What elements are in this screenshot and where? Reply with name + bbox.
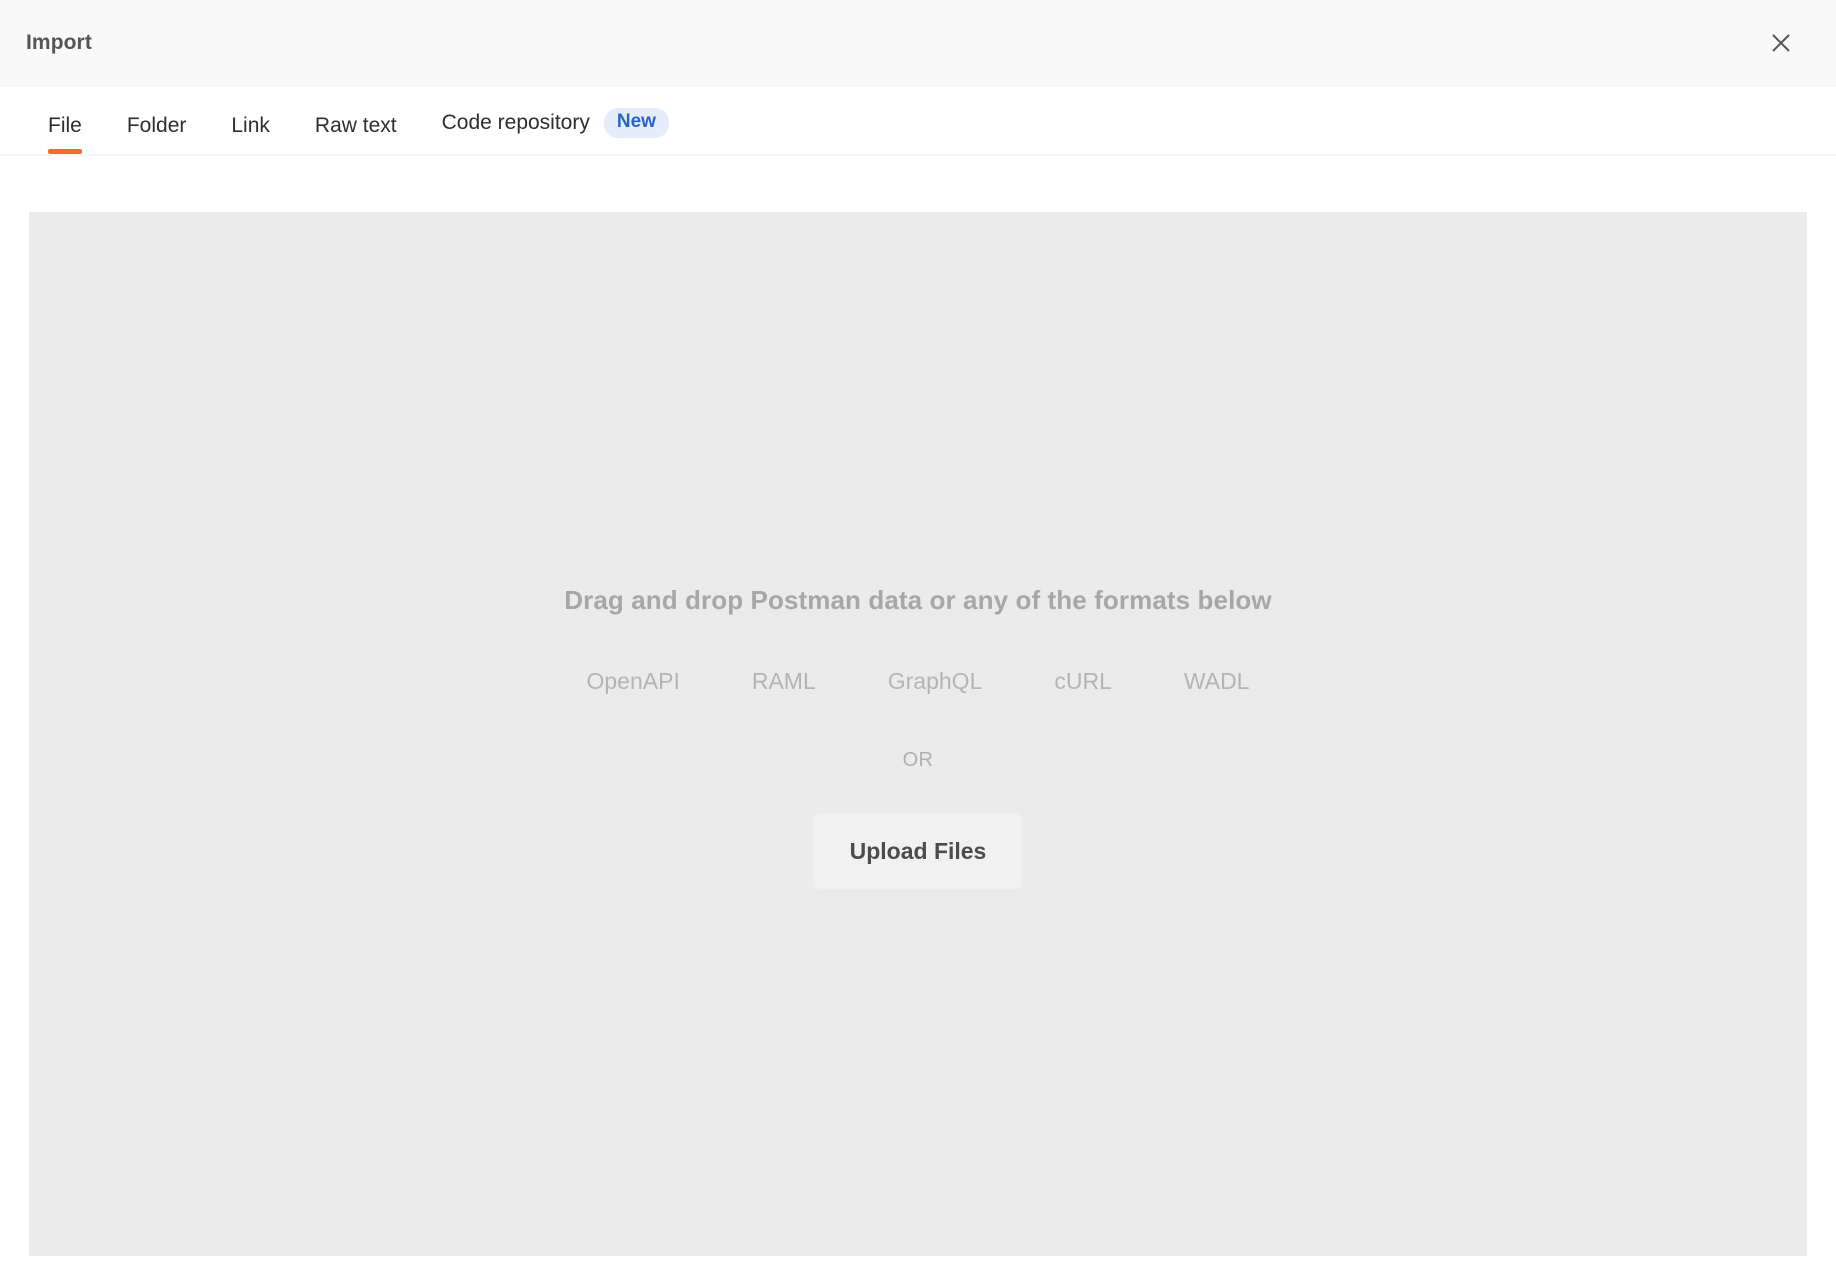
file-dropzone[interactable]: Drag and drop Postman data or any of the… (29, 212, 1807, 1256)
import-tabs: File Folder Link Raw text Code repositor… (0, 86, 1836, 154)
close-icon (1766, 28, 1796, 58)
tab-raw-text[interactable]: Raw text (315, 114, 397, 154)
tab-link[interactable]: Link (231, 114, 270, 154)
tabbar-divider (0, 154, 1836, 156)
tab-folder-label: Folder (126, 114, 187, 137)
supported-formats-list: OpenAPI RAML GraphQL cURL WADL (551, 668, 1286, 695)
format-wadl: WADL (1183, 668, 1250, 694)
tab-file-label: File (48, 114, 82, 137)
format-openapi: OpenAPI (586, 668, 680, 694)
modal-body: Drag and drop Postman data or any of the… (0, 156, 1836, 1288)
page-title: Import (26, 30, 92, 54)
tab-file[interactable]: File (48, 114, 82, 154)
new-badge: New (603, 108, 669, 138)
tab-folder[interactable]: Folder (127, 114, 187, 154)
tab-underline (231, 149, 270, 154)
tabbar-wrap: File Folder Link Raw text Code repositor… (0, 86, 1836, 156)
tab-underline (315, 149, 397, 154)
dropzone-content: Drag and drop Postman data or any of the… (551, 585, 1286, 889)
tab-underline (442, 149, 669, 154)
tab-link-label: Link (231, 114, 270, 137)
tab-raw-text-label: Raw text (314, 114, 397, 137)
format-graphql: GraphQL (887, 668, 983, 694)
tab-active-indicator (48, 149, 82, 154)
format-curl: cURL (1054, 668, 1112, 694)
tab-code-repository-label: Code repository (441, 111, 590, 135)
import-modal: Import File Folder Link Raw text Code re… (0, 0, 1836, 1288)
close-button[interactable] (1758, 20, 1804, 66)
or-separator-label: OR (902, 749, 934, 771)
tab-code-repository[interactable]: Code repository New (442, 108, 669, 154)
upload-files-button[interactable]: Upload Files (813, 814, 1023, 889)
tab-underline (127, 149, 187, 154)
modal-header: Import (0, 0, 1836, 86)
dropzone-headline: Drag and drop Postman data or any of the… (564, 585, 1272, 615)
format-raml: RAML (751, 668, 816, 694)
